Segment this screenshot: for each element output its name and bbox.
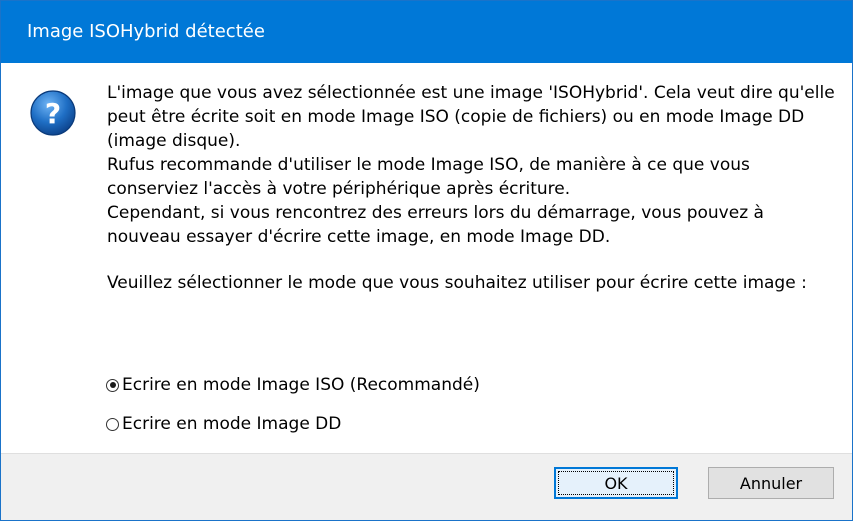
button-bar: OK Annuler	[1, 453, 852, 520]
radio-label[interactable]: Ecrire en mode Image ISO (Recommandé)	[122, 375, 480, 395]
question-icon: ?	[29, 89, 77, 137]
message-paragraph: Cependant, si vous rencontrez des erreur…	[107, 203, 764, 247]
mode-prompt: Veuillez sélectionner le mode que vous s…	[107, 273, 807, 293]
svg-text:?: ?	[45, 97, 61, 130]
message-paragraph: L'image que vous avez sélectionnée est u…	[107, 83, 835, 151]
title-bar[interactable]: Image ISOHybrid détectée	[1, 1, 852, 63]
dialog-window: Image ISOHybrid détectée ? L'image que v…	[0, 0, 853, 521]
radio-iso-mode[interactable]: Ecrire en mode Image ISO (Recommandé)	[106, 373, 480, 397]
radio-button[interactable]	[106, 417, 119, 431]
cancel-button[interactable]: Annuler	[708, 467, 834, 499]
message-area: L'image que vous avez sélectionnée est u…	[107, 81, 842, 295]
radio-button-checked[interactable]	[106, 378, 119, 392]
ok-button[interactable]: OK	[554, 467, 678, 499]
radio-dd-mode[interactable]: Ecrire en mode Image DD	[106, 412, 480, 436]
radio-label[interactable]: Ecrire en mode Image DD	[122, 414, 341, 434]
message-paragraph: Rufus recommande d'utiliser le mode Imag…	[107, 155, 750, 199]
mode-radio-group: Ecrire en mode Image ISO (Recommandé) Ec…	[106, 373, 480, 451]
window-title: Image ISOHybrid détectée	[27, 21, 265, 42]
